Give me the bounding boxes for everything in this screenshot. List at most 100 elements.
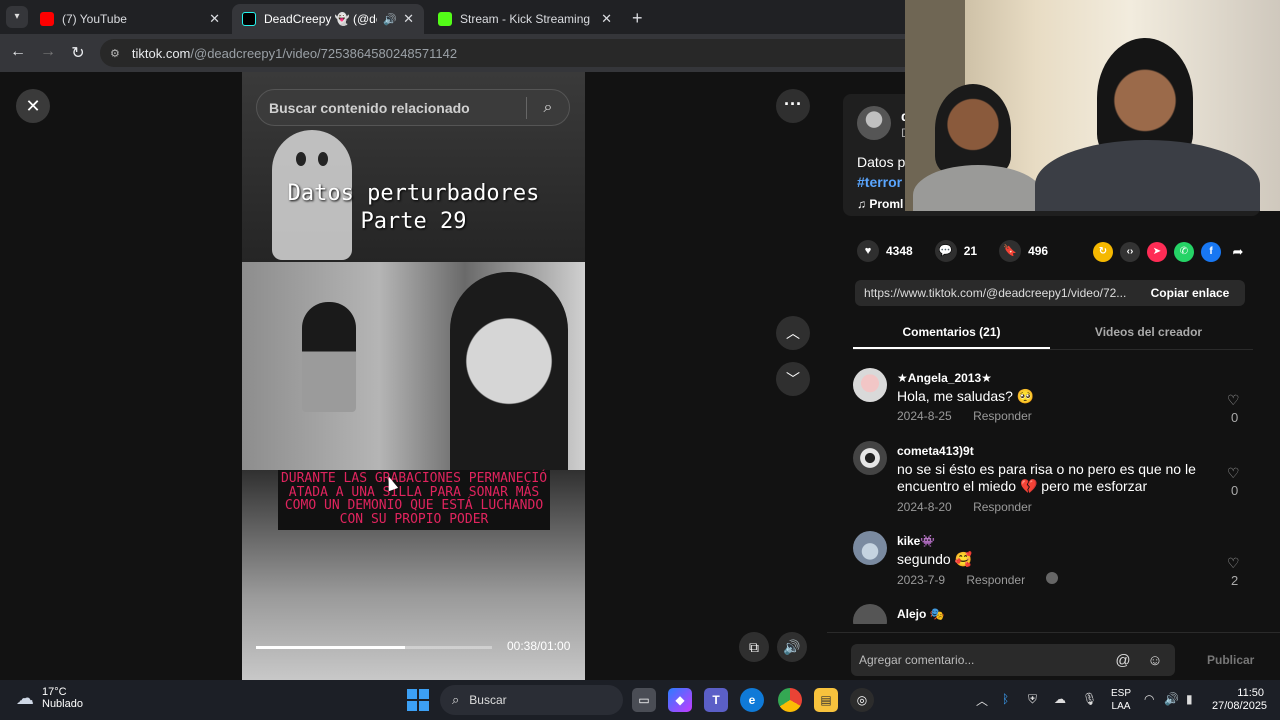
facebook-icon[interactable]: f (1201, 242, 1221, 262)
comment-like-heart-icon[interactable]: ♡ (1227, 465, 1240, 482)
tab-comments[interactable]: Comentarios (21) (853, 317, 1050, 349)
close-tab-icon[interactable]: ✕ (403, 11, 414, 27)
comment-avatar[interactable] (853, 441, 887, 475)
mention-icon[interactable]: @ (1111, 652, 1135, 669)
video-timecode: 00:38/01:00 (507, 639, 571, 653)
forward-button[interactable]: → (38, 43, 58, 61)
post-comment-button[interactable]: Publicar (1207, 653, 1254, 667)
task-view-icon[interactable]: ▭ (632, 688, 656, 712)
chrome-icon[interactable] (778, 688, 802, 712)
video-progress-bar[interactable] (256, 646, 492, 649)
tab-title: (7) YouTube (62, 12, 127, 26)
close-tab-icon[interactable]: ✕ (209, 11, 220, 27)
next-video-button[interactable]: ﹀ (776, 362, 810, 396)
tab-creator-videos[interactable]: Videos del creador (1050, 317, 1247, 349)
tab-tiktok[interactable]: DeadCreepy 👻 (@deadcre 🔊 ✕ (232, 4, 424, 34)
video-player[interactable]: Datos perturbadores Parte 29 DURANTE LAS… (242, 72, 585, 680)
obs-icon[interactable]: ◎ (850, 688, 874, 712)
video-title-line2: Parte 29 (360, 209, 467, 234)
like-action[interactable]: ♥ 4348 (857, 240, 913, 262)
weather-desc: Nublado (42, 698, 83, 710)
comment-count: 21 (963, 244, 978, 258)
add-comment-bar: @ ☺ Publicar (827, 632, 1280, 680)
search-icon[interactable]: ⌕ (527, 99, 569, 117)
comment-avatar[interactable] (853, 531, 887, 565)
share-arrow-icon[interactable]: ➦ (1228, 242, 1248, 262)
video-title-line1: Datos perturbadores (287, 181, 540, 206)
onedrive-icon[interactable]: ☁ (1054, 692, 1066, 706)
back-button[interactable]: ← (8, 43, 28, 61)
site-info-icon[interactable]: ⚙ (110, 47, 120, 60)
whatsapp-icon[interactable]: ✆ (1174, 242, 1194, 262)
tray-overflow-icon[interactable]: ︿ (976, 692, 988, 709)
heart-icon: ♥ (857, 240, 879, 262)
floating-player-button[interactable]: ⧉ (739, 632, 769, 662)
send-icon[interactable]: ➤ (1147, 242, 1167, 262)
edge-icon[interactable]: e (740, 688, 764, 712)
previous-video-button[interactable]: ︿ (776, 316, 810, 350)
windows-taskbar: ☁ 17°C Nublado ⌕ Buscar ▭ ◆ T e ▤ ◎ ︿ ᛒ … (0, 680, 1280, 720)
more-options-button[interactable]: ··· (776, 89, 810, 123)
volume-button[interactable]: 🔊 (777, 632, 807, 662)
comment-meta: 2024-8-25 Responder (897, 409, 1050, 423)
repost-icon[interactable]: ↻ (1093, 242, 1113, 262)
battery-icon[interactable]: ▮ (1186, 692, 1193, 706)
person-right-body (1035, 140, 1260, 211)
microphone-icon[interactable]: 🎙 (1082, 692, 1097, 706)
tab-kick[interactable]: Stream - Kick Streaming ✕ (428, 4, 622, 34)
comment-item: Alejo 🎭 (853, 604, 1253, 624)
reply-button[interactable]: Responder (966, 573, 1025, 587)
reply-button[interactable]: Responder (973, 500, 1032, 514)
youtube-icon (40, 12, 54, 26)
bluetooth-icon[interactable]: ᛒ (1002, 692, 1009, 706)
defender-icon[interactable]: ⛨ (1028, 692, 1037, 707)
related-search-bar: ⌕ (256, 89, 570, 126)
share-link-url[interactable]: https://www.tiktok.com/@deadcreepy1/vide… (855, 286, 1135, 300)
address-bar[interactable]: ⚙ tiktok.com/@deadcreepy1/video/72538645… (100, 39, 905, 67)
volume-icon[interactable]: 🔊 (1164, 692, 1179, 706)
related-search-input[interactable] (269, 99, 526, 116)
comment-like-heart-icon[interactable]: ♡ (1227, 555, 1240, 572)
new-tab-button[interactable]: + (632, 8, 643, 29)
video-title-overlay: Datos perturbadores Parte 29 (242, 180, 585, 236)
clock-date: 27/08/2025 (1212, 700, 1268, 712)
speaker-icon[interactable]: 🔊 (383, 13, 397, 26)
save-action[interactable]: 🔖 496 (999, 240, 1048, 262)
tab-search-chevron-icon[interactable]: ▾ (6, 6, 28, 28)
comment-like-count: 2 (1231, 573, 1239, 588)
language-indicator[interactable]: ESP LAA (1110, 687, 1132, 713)
reply-button[interactable]: Responder (973, 409, 1032, 423)
weather-temp: 17°C (42, 686, 67, 698)
comment-item: ★Angela_2013★ Hola, me saludas? 🥺 2024-8… (853, 368, 1253, 441)
comment-text: segundo 🥰 (897, 551, 973, 567)
comment-avatar[interactable] (853, 604, 887, 624)
comment-avatar[interactable] (853, 368, 887, 402)
close-tab-icon[interactable]: ✕ (601, 11, 612, 27)
comment-username[interactable]: ★Angela_2013★ (897, 371, 992, 385)
copilot-icon[interactable]: ◆ (668, 688, 692, 712)
copy-link-button[interactable]: Copiar enlace (1135, 286, 1245, 300)
comment-input[interactable] (859, 653, 1103, 667)
emoji-icon[interactable]: ☺ (1143, 652, 1167, 669)
tab-youtube[interactable]: (7) YouTube ✕ (30, 4, 230, 34)
wifi-icon[interactable]: ◠ (1144, 692, 1154, 706)
comment-text: no se si ésto es para risa o no pero es … (897, 461, 1196, 494)
comment-username[interactable]: Alejo 🎭 (897, 607, 945, 621)
system-clock[interactable]: 11:50 27/08/2025 (1212, 687, 1268, 713)
reload-button[interactable]: ↻ (68, 43, 88, 63)
weather-widget[interactable]: ☁ 17°C Nublado (16, 686, 83, 710)
teams-icon[interactable]: T (704, 688, 728, 712)
embed-icon[interactable]: ‹› (1120, 242, 1140, 262)
file-explorer-icon[interactable]: ▤ (814, 688, 838, 712)
comment-like-heart-icon[interactable]: ♡ (1227, 392, 1240, 409)
post-music[interactable]: ♫ Proml (857, 197, 903, 211)
windows-start-icon[interactable] (407, 689, 429, 711)
taskbar-search[interactable]: ⌕ Buscar (440, 685, 623, 715)
post-hashtag[interactable]: #terror (857, 174, 902, 190)
comment-action[interactable]: 💬 21 (934, 240, 978, 262)
comment-username[interactable]: kike👾 (897, 534, 935, 548)
language-code: ESP (1110, 688, 1131, 699)
close-video-button[interactable]: ✕ (16, 89, 50, 123)
comment-username[interactable]: cometa413)9t (897, 444, 974, 458)
author-avatar[interactable] (857, 106, 891, 140)
